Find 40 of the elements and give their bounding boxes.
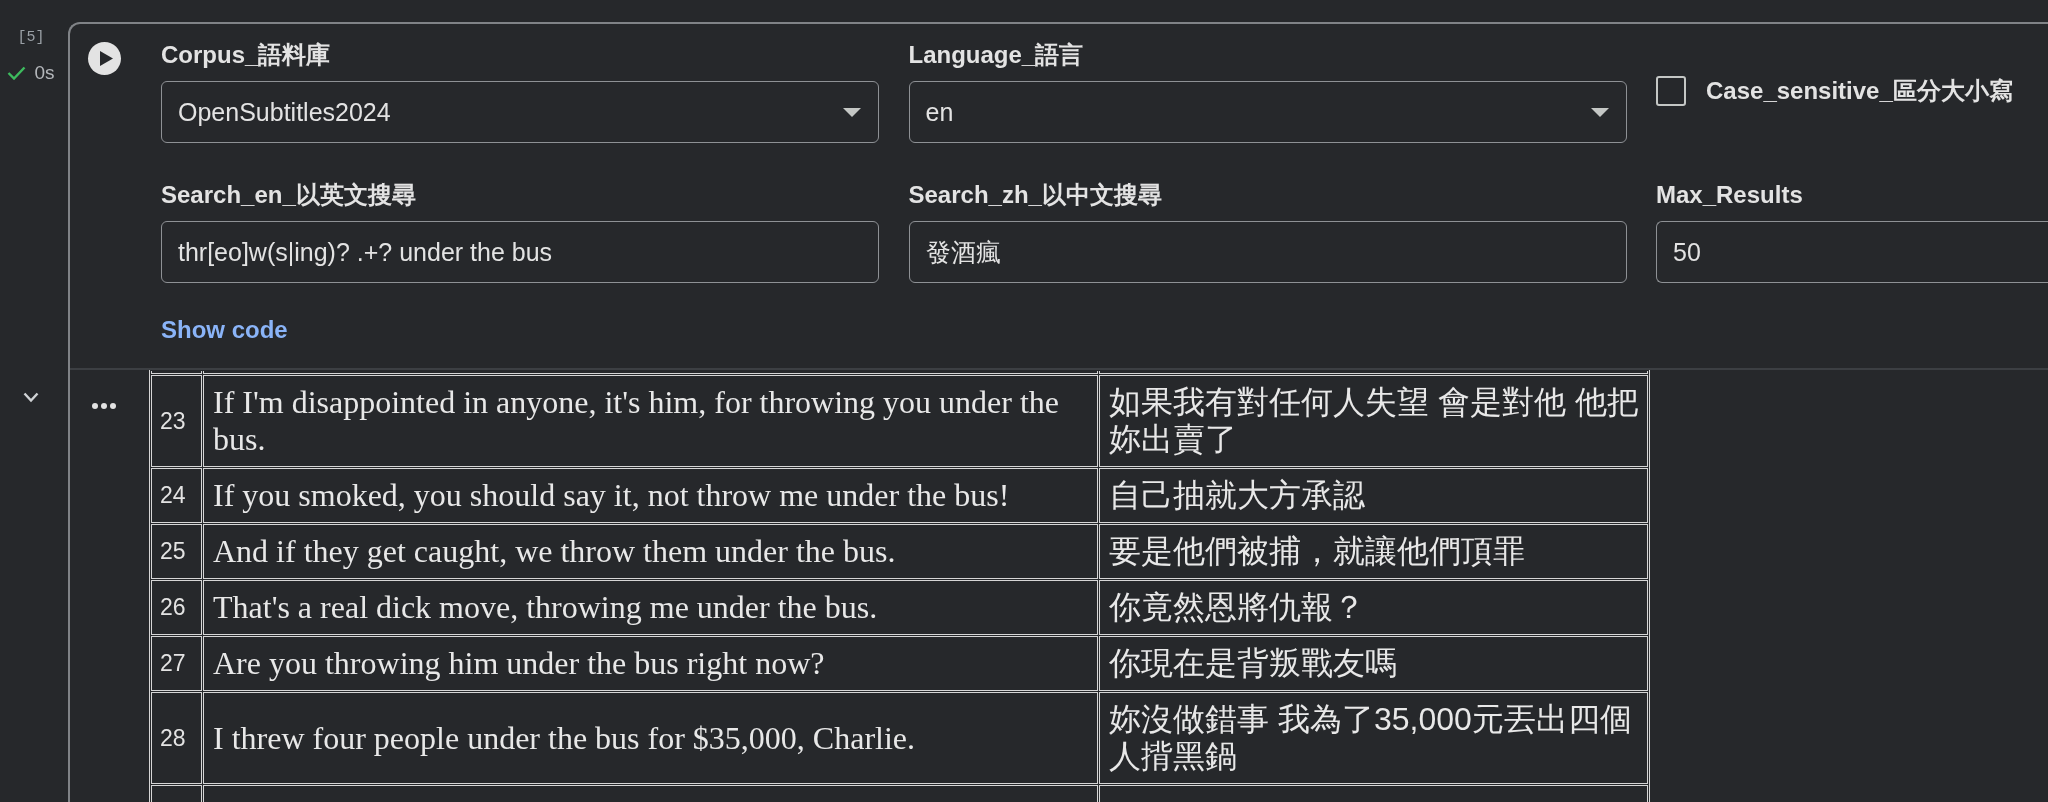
table-cell: And if they get caught, we throw them under the bus. — [203, 524, 1098, 579]
checkbox-label: Case_sensitive_區分大小寫 — [1706, 77, 2013, 105]
index-cell: 27 — [151, 636, 202, 691]
table-cell: If I'm disappointed in anyone, it's him, for throwing you under the bus. — [203, 375, 1098, 467]
ellipsis-icon[interactable] — [92, 403, 116, 409]
table-cell: Are you throwing him under the bus right now? — [203, 636, 1098, 691]
check-icon — [7, 66, 27, 80]
table-cell: 妳沒做錯事 我為了35,000元丟出四個人揹黑鍋 — [1099, 692, 1648, 784]
index-cell: 28 — [151, 692, 202, 784]
field-label: Language_語言 — [908, 41, 1084, 69]
caret-icon — [843, 107, 861, 117]
run-button[interactable] — [88, 42, 121, 75]
field-label: Search_zh_以中文搜尋 — [908, 181, 1162, 209]
field-label: Search_en_以英文搜尋 — [161, 181, 416, 209]
index-cell: 24 — [151, 468, 202, 523]
index-cell: 25 — [151, 524, 202, 579]
index-cell: 26 — [151, 580, 202, 635]
index-cell: 23 — [151, 375, 202, 467]
execution-count: [5] — [17, 29, 45, 47]
play-icon — [99, 51, 113, 66]
field-label: Max_Results — [1656, 181, 1803, 209]
table-cell: I threw four people under the bus for $35,000, Charlie. — [203, 692, 1098, 784]
text-field[interactable]: 50 — [1656, 221, 2048, 283]
select-field[interactable]: OpenSubtitles2024 — [161, 81, 879, 143]
field-label: Corpus_語料庫 — [161, 41, 331, 69]
run-duration: 0s — [34, 63, 55, 83]
caret-icon — [1590, 107, 1609, 117]
table-cell: If you smoked, you should say it, not throw me under the bus! — [203, 468, 1098, 523]
table-cell: 要是他們被捕，就讓他們頂罪 — [1099, 524, 1648, 579]
table-cell: 自己抽就大方承認 — [1099, 468, 1648, 523]
table-cell: That's a real dick move, throwing me under the bus. — [203, 580, 1098, 635]
table-cell: 你竟然恩將仇報？ — [1099, 580, 1648, 635]
table-cell: 你現在是背叛戰友嗎 — [1099, 636, 1648, 691]
text-field[interactable]: 發酒瘋 — [908, 221, 1627, 283]
chevron-down-icon[interactable] — [23, 392, 39, 403]
text-field[interactable]: thr[eo]w(s|ing)? .+? under the bus — [161, 221, 879, 283]
table-cell: 如果我有對任何人失望 會是對他 他把妳出賣了 — [1099, 375, 1648, 467]
checkbox[interactable] — [1656, 76, 1686, 106]
select-field[interactable]: en — [908, 81, 1627, 143]
show-code-link[interactable]: Show code — [161, 316, 288, 344]
